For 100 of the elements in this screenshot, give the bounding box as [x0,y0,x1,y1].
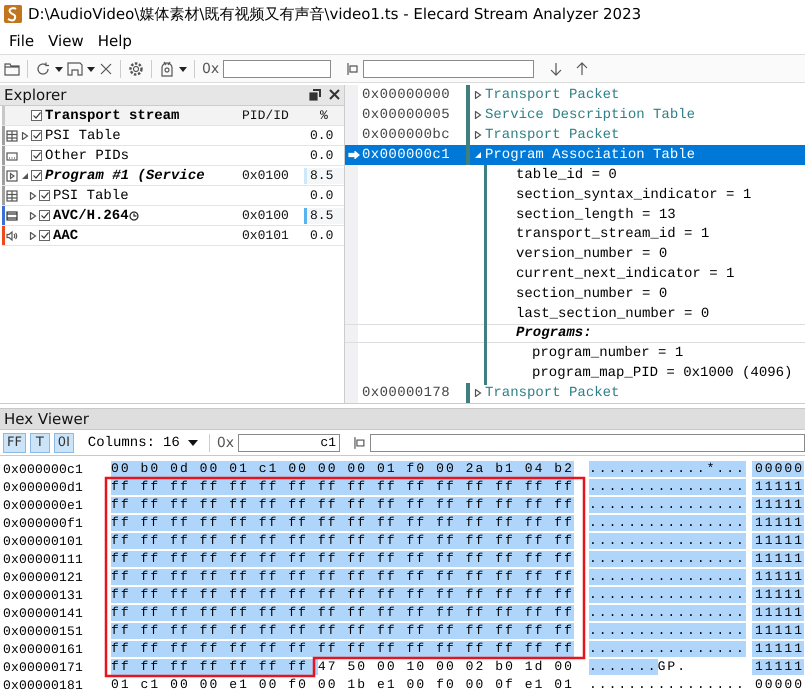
menu-item[interactable]: Help [90,32,139,50]
expander-icon[interactable] [474,388,482,397]
explorer-row[interactable]: AAC 0x0101 0.0 [2,226,344,246]
restore-icon[interactable] [309,89,321,101]
row-offset: 0x00000161 [2,642,84,656]
expander-icon[interactable] [29,232,37,240]
explorer-row[interactable]: Program #1 (Service 0x0100 8.5 [2,166,344,186]
column-header[interactable]: % [304,108,328,123]
share-value: 0.0 [309,188,334,203]
columns-label: Columns: [88,434,156,450]
folder-icon[interactable] [4,62,20,76]
bits-text: 11111 [752,479,804,495]
align-icon[interactable] [352,436,366,450]
ascii-text: ................ [589,497,746,513]
stream-label: Program #1 (Service [45,168,205,184]
offset-field[interactable] [223,60,332,78]
play-icon [6,170,18,182]
save-icon[interactable] [67,62,83,76]
ascii-text: ................ [589,587,746,603]
robot-icon[interactable] [159,60,175,76]
offset-label: 0x [202,60,220,76]
expander-icon[interactable] [474,151,482,159]
mode-toggle[interactable]: T [30,432,50,452]
hex-bytes: ff ff ff ff ff ff ff [111,659,318,675]
stream-label: Other PIDs [45,148,130,164]
clock-icon [128,210,139,220]
refresh-icon[interactable] [35,62,51,76]
explorer-row[interactable]: PSI Table 0.0 [2,126,344,146]
checkbox[interactable] [31,130,42,141]
explorer-row[interactable]: Other PIDs 0.0 [2,146,344,166]
stream-label: AVC/H.264 [53,208,129,224]
packet-row[interactable]: 0x00000178 Transport Packet [345,382,805,403]
row-offset: 0x000000f1 [2,516,84,530]
align-icon[interactable] [345,62,360,76]
checkbox[interactable] [31,110,42,121]
packet-offset: 0x00000178 [362,384,452,401]
hex-bytes: ff ff ff ff ff ff ff ff ff ff ff ff ff ff ff ff [111,479,574,495]
table-icon [6,130,18,142]
explorer-row[interactable]: AVC/H.264 0x0100 8.5 [2,206,344,226]
packet-row[interactable]: 0x00000000 Transport Packet [345,85,805,105]
offset-field[interactable]: c1 [238,434,340,452]
menu-item[interactable]: View [41,32,91,50]
caret-icon[interactable] [179,66,187,72]
packet-row[interactable]: 0x000000c1 Program Association Table [345,145,805,165]
close-icon[interactable] [99,62,113,76]
ascii-text: ................ [589,551,746,567]
down-arrow-icon[interactable] [550,62,562,76]
checkbox[interactable] [31,150,42,161]
columns-dropdown[interactable]: 16 [159,434,202,450]
search-field[interactable] [370,434,805,452]
field-value: table_id = 0 [516,166,617,183]
search-field[interactable] [363,60,534,78]
expander-icon[interactable] [474,131,482,139]
settings-icon[interactable] [128,60,144,76]
caret-icon[interactable] [87,66,95,72]
expander-icon[interactable] [21,172,29,180]
mode-toggle[interactable]: 0I [54,432,74,452]
menu-item[interactable]: File [2,32,42,50]
hex-bytes: ff ff ff ff ff ff ff ff ff ff ff ff ff ff ff ff [111,623,574,639]
bits-text: 11111 [752,497,804,513]
hex-bytes: ff ff ff ff ff ff ff ff ff ff ff ff ff ff ff ff [111,497,574,513]
caret-icon[interactable] [188,440,198,446]
field-value: program_map_PID = 0x1000 (4096) [532,365,792,382]
close-icon[interactable] [329,89,340,100]
expander-icon[interactable] [29,192,37,200]
share-value: 0.0 [309,128,334,143]
hex-bytes: ff ff ff ff ff ff ff ff ff ff ff ff ff ff ff ff [111,569,574,585]
expander-icon[interactable] [21,132,29,140]
pid-value: 0x0101 [242,228,290,243]
ascii-text: ....... [589,659,658,675]
packet-row[interactable]: 0x00000005 Service Description Table [345,105,805,125]
column-header[interactable]: PID/ID [242,108,304,123]
expander-icon[interactable] [474,111,482,119]
mode-toggle[interactable]: FF [3,432,26,452]
hex-bytes: ff ff ff ff ff ff ff ff ff ff ff ff ff ff ff ff [111,533,574,549]
field-value: transport_stream_id = 1 [516,226,710,242]
panel-title: Explorer [4,86,66,104]
bits-text: 11111 [752,533,804,549]
checkbox[interactable] [39,210,50,221]
explorer-row[interactable]: PSI Table 0.0 [2,186,344,206]
up-arrow-icon[interactable] [576,62,588,76]
table-icon [6,190,18,202]
row-offset: 0x00000151 [2,624,84,638]
checkbox[interactable] [39,190,50,201]
row-offset: 0x000000c1 [2,462,84,476]
bits-text: 00000 [752,461,804,477]
packet-label: Transport Packet [485,384,620,401]
expander-icon[interactable] [29,212,37,220]
caret-icon[interactable] [55,66,63,72]
packet-row[interactable]: 0x000000bc Transport Packet [345,125,805,145]
field-value: section_length = 13 [516,206,676,223]
packet-offset: 0x00000005 [362,107,452,123]
stream-label: PSI Table [45,128,121,144]
checkbox[interactable] [31,170,42,181]
film-icon [6,210,18,222]
row-offset: 0x00000121 [2,570,84,584]
row-offset: 0x00000111 [2,552,84,566]
checkbox[interactable] [39,230,50,241]
app-logo-icon [4,5,22,23]
expander-icon[interactable] [474,91,482,99]
